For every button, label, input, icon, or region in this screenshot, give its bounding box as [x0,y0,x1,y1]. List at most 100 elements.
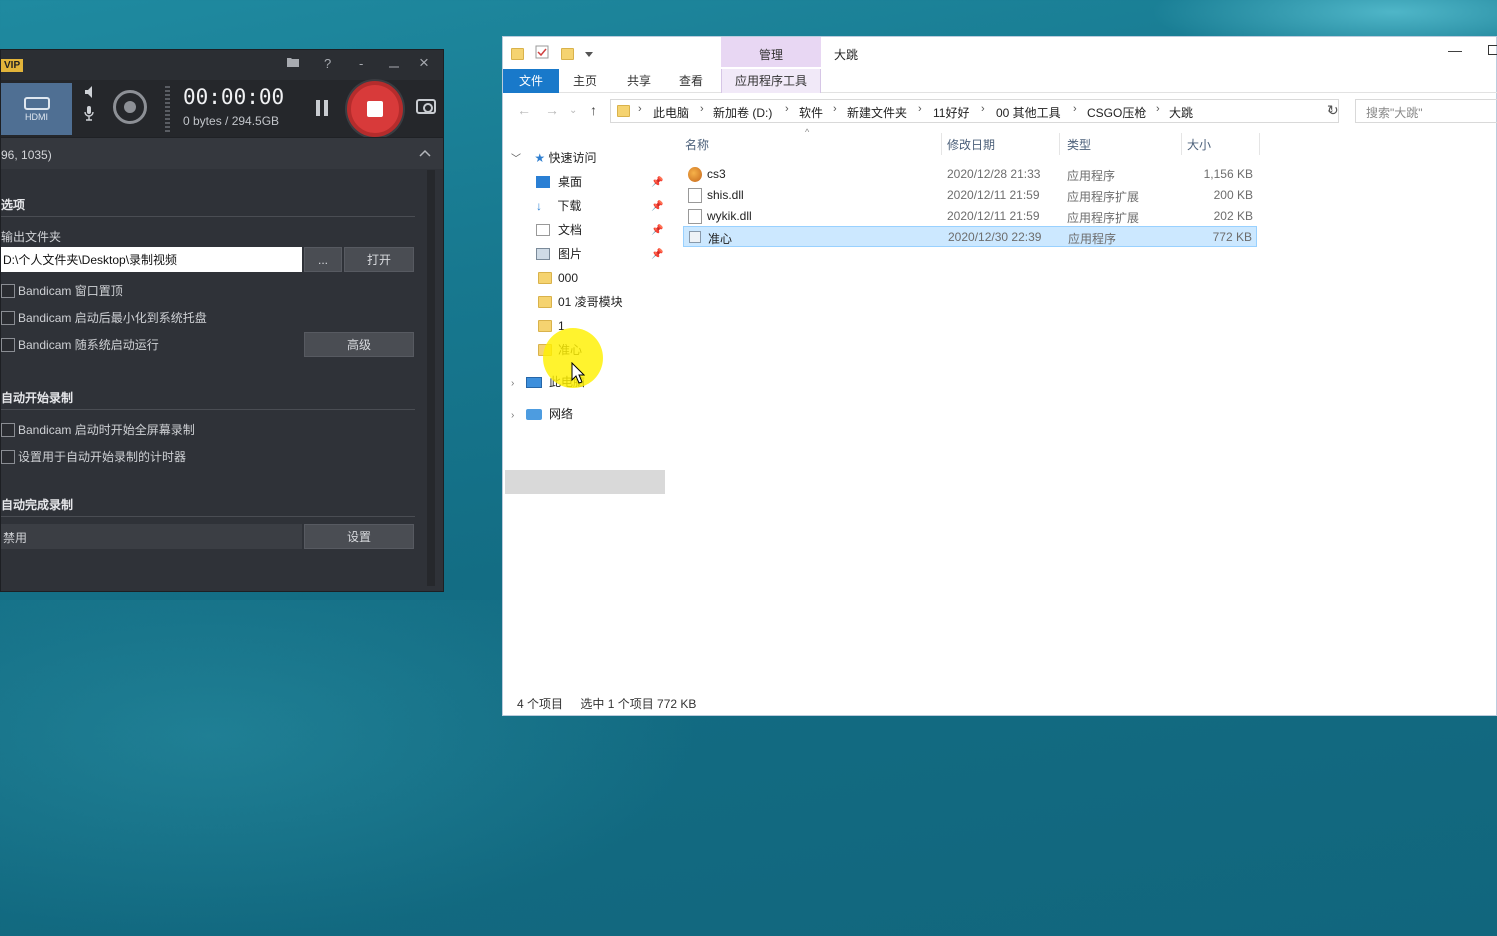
checkbox-fullscreen-on-start[interactable]: Bandicam 启动时开始全屏幕录制 [1,423,195,437]
column-size[interactable]: 大小 [1187,136,1211,153]
screenshot-camera-icon[interactable] [416,99,436,114]
pause-button[interactable] [315,100,331,116]
tab-file[interactable]: 文件 [503,69,559,93]
tab-home[interactable]: 主页 [565,69,605,93]
chevron-right-icon[interactable]: › [638,103,642,115]
help-icon[interactable]: ? [324,56,331,71]
minimize-icon[interactable]: — [1448,42,1462,58]
chevron-right-icon[interactable]: › [511,410,514,421]
nav-network[interactable]: › 网络 [511,403,573,425]
open-folder-button[interactable]: 打开 [344,247,414,272]
folder-icon [538,296,552,308]
section-divider [1,516,415,517]
search-input[interactable]: 搜索"大跳" [1355,99,1497,123]
pin-icon[interactable]: 📌 [651,172,663,194]
column-date-modified[interactable]: 修改日期 [947,136,995,153]
file-size-info: 0 bytes / 294.5GB [183,114,280,128]
breadcrumb-item[interactable]: CSGO压枪 [1087,104,1146,121]
section-divider [1,409,415,410]
file-date: 2020/12/30 22:39 [948,230,1042,244]
address-bar[interactable]: › 此电脑 › 新加卷 (D:) › 软件 › 新建文件夹 › 11好好 › 0… [610,99,1339,123]
nav-label: 01 凌哥模块 [558,295,623,309]
checkbox-always-on-top[interactable]: Bandicam 窗口置顶 [1,284,123,298]
record-stop-button[interactable] [347,81,403,137]
microphone-icon[interactable] [77,105,101,127]
up-arrow-icon[interactable]: ↑ [590,102,597,118]
nav-item-pictures[interactable]: 图片 📌 [536,243,666,265]
file-row[interactable]: shis.dll 2020/12/11 21:59 应用程序扩展 200 KB [683,185,1257,206]
desktop-icon [536,176,550,188]
chevron-right-icon[interactable]: › [833,103,837,115]
column-divider[interactable] [1181,133,1182,155]
file-date: 2020/12/28 21:33 [947,167,1041,181]
nav-item-downloads[interactable]: ↓ 下载 📌 [536,195,666,217]
chevron-right-icon[interactable]: › [700,103,704,115]
nav-label: 文档 [558,223,583,237]
tab-application-tools[interactable]: 应用程序工具 [721,69,821,93]
vip-badge: VIP [1,59,24,72]
recent-locations-icon[interactable]: ⌄ [569,105,577,116]
column-divider[interactable] [1259,133,1260,155]
chevron-down-icon[interactable]: ﹀ [511,154,521,165]
nav-item-folder[interactable]: 000 [536,267,578,289]
minimize-icon[interactable]: - [359,56,363,71]
navigation-pane: ﹀ ★ 快速访问 桌面 📌 ↓ 下载 📌 文档 📌 图片 📌 000 01 凌哥… [503,137,673,697]
close-icon[interactable]: × [419,53,429,73]
new-folder-icon[interactable] [560,47,574,60]
chevron-right-icon[interactable]: › [1073,103,1077,115]
bandicam-titlebar: VIP ? - × [1,50,443,80]
checkbox-auto-start-timer[interactable]: 设置用于自动开始录制的计时器 [1,450,186,464]
pin-icon[interactable]: 📌 [651,196,663,218]
column-name[interactable]: 名称 [685,136,709,153]
breadcrumb-item[interactable]: 此电脑 [653,104,689,121]
chevron-up-icon[interactable] [419,146,431,160]
breadcrumb-item[interactable]: 11好好 [933,104,969,121]
checkbox-run-on-startup[interactable]: Bandicam 随系统启动运行 [1,338,159,352]
chevron-right-icon[interactable]: › [981,103,985,115]
file-type: 应用程序扩展 [1067,211,1140,225]
properties-icon[interactable] [535,45,549,62]
column-type[interactable]: 类型 [1067,136,1091,153]
chevron-right-icon[interactable]: › [511,378,514,389]
dll-file-icon [688,209,702,224]
file-row[interactable]: wykik.dll 2020/12/11 21:59 应用程序扩展 202 KB [683,206,1257,227]
speaker-icon[interactable] [77,85,101,105]
hdmi-mode-button[interactable]: HDMI [1,83,72,135]
checkbox-minimize-to-tray[interactable]: Bandicam 启动后最小化到系统托盘 [1,311,207,325]
restore-icon[interactable] [388,56,400,71]
auto-finish-settings-button[interactable]: 设置 [304,524,414,549]
output-folder-input[interactable]: D:\个人文件夹\Desktop\录制视频 [1,247,302,272]
chevron-right-icon[interactable]: › [918,103,922,115]
column-divider[interactable] [941,133,942,155]
forward-arrow-icon[interactable]: → [545,102,559,118]
nav-quick-access[interactable]: ﹀ ★ 快速访问 [511,147,596,169]
browse-button[interactable]: ... [304,247,342,272]
back-arrow-icon[interactable]: ← [517,102,531,118]
document-icon [536,224,550,236]
advanced-button[interactable]: 高级 [304,332,414,357]
breadcrumb-item[interactable]: 00 其他工具 [996,104,1061,121]
tab-share[interactable]: 共享 [619,69,659,93]
nav-item-desktop[interactable]: 桌面 📌 [536,171,666,193]
file-row-selected[interactable]: 准心 2020/12/30 22:39 应用程序 772 KB [683,226,1257,247]
breadcrumb-item[interactable]: 大跳 [1169,104,1193,121]
column-divider[interactable] [1059,133,1060,155]
breadcrumb-item[interactable]: 新建文件夹 [847,104,907,121]
file-row[interactable]: cs3 2020/12/28 21:33 应用程序 1,156 KB [683,164,1257,185]
pin-icon[interactable]: 📌 [651,220,663,242]
chevron-right-icon[interactable]: › [785,103,789,115]
general-settings-panel: 选项 输出文件夹 D:\个人文件夹\Desktop\录制视频 ... 打开 Ba… [1,170,435,586]
chevron-down-icon[interactable] [585,47,594,61]
breadcrumb-item[interactable]: 新加卷 (D:) [713,104,772,121]
folder-icon[interactable] [286,56,300,71]
nav-item-documents[interactable]: 文档 📌 [536,219,666,241]
nav-item-folder[interactable]: 01 凌哥模块 [536,291,623,313]
refresh-icon[interactable]: ↻ [1327,102,1339,119]
tab-view[interactable]: 查看 [671,69,711,93]
pin-icon[interactable]: 📌 [651,244,663,266]
auto-finish-value: 禁用 [1,524,302,549]
breadcrumb-item[interactable]: 软件 [799,104,823,121]
chevron-right-icon[interactable]: › [1156,103,1160,115]
maximize-icon[interactable] [1488,45,1497,55]
webcam-icon[interactable] [113,90,147,124]
